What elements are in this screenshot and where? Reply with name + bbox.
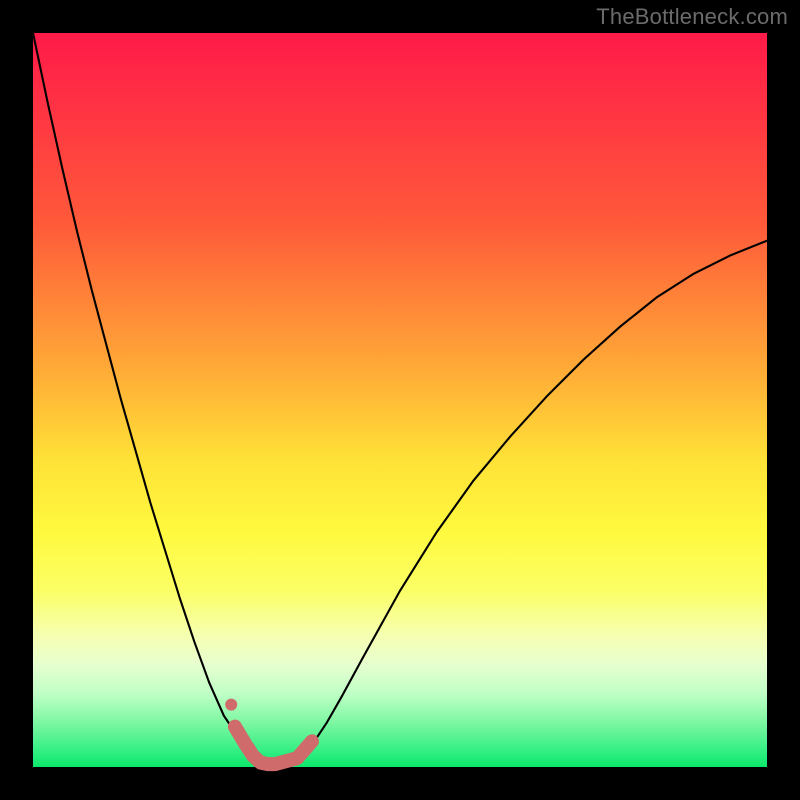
- outer-frame: TheBottleneck.com: [0, 0, 800, 800]
- marker-dot: [225, 699, 237, 711]
- chart-area: [33, 33, 767, 767]
- highlight-segment: [235, 727, 312, 765]
- bottleneck-curve: [33, 33, 767, 766]
- chart-svg: [33, 33, 767, 767]
- watermark-text: TheBottleneck.com: [596, 4, 788, 30]
